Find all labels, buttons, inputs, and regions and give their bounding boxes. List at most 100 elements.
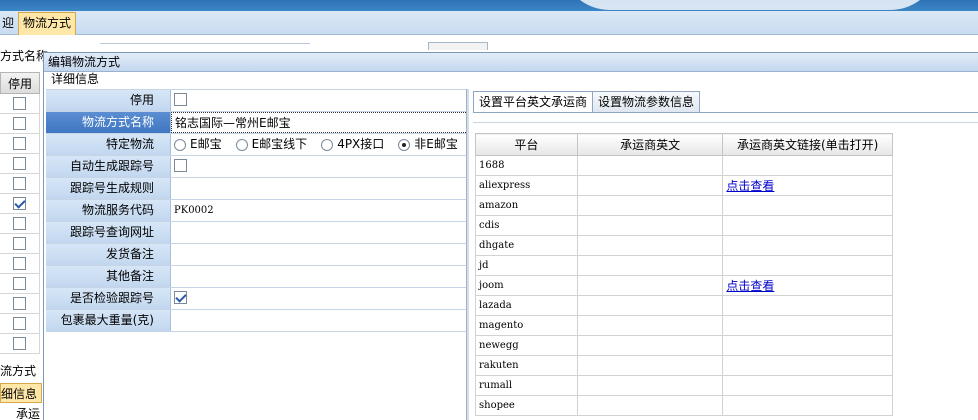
bg-table-row[interactable] <box>0 114 40 134</box>
radio-button[interactable] <box>321 138 334 151</box>
label-tracking-rule: 跟踪号生成规则 <box>46 178 171 199</box>
bg-row-checkbox[interactable] <box>13 237 26 250</box>
tab-logistics-method[interactable]: 物流方式 <box>18 12 77 35</box>
tracking-url-input[interactable] <box>171 222 468 243</box>
tab-welcome[interactable]: 迎 <box>0 13 16 34</box>
cell-carrier-en[interactable] <box>576 395 724 416</box>
cell-carrier-link[interactable] <box>722 215 893 236</box>
bg-table-row[interactable] <box>0 274 40 294</box>
panel-splitter[interactable] <box>466 89 469 420</box>
special-option[interactable]: E邮宝线下 <box>235 134 307 155</box>
bg-table-row[interactable] <box>0 214 40 234</box>
cell-carrier-en[interactable] <box>576 355 724 376</box>
cell-carrier-en[interactable] <box>576 375 724 396</box>
bg-table-row[interactable] <box>0 94 40 114</box>
cell-carrier-link[interactable]: 点击查看 <box>722 175 893 196</box>
table-row[interactable]: rakuten <box>475 355 893 376</box>
cell-carrier-en[interactable] <box>576 215 724 236</box>
table-row[interactable]: lazada <box>475 295 893 316</box>
cell-carrier-en[interactable] <box>576 175 724 196</box>
cell-carrier-en[interactable] <box>576 315 724 336</box>
cell-carrier-en[interactable] <box>576 275 724 296</box>
table-row[interactable]: jd <box>475 255 893 276</box>
bg-row-checkbox[interactable] <box>13 97 26 110</box>
verify-tracking-checkbox[interactable] <box>174 291 187 304</box>
bg-row-checkbox[interactable] <box>13 197 26 210</box>
bg-row-checkbox[interactable] <box>13 217 26 230</box>
table-row[interactable]: joom 点击查看 <box>475 275 893 296</box>
table-row[interactable]: aliexpress 点击查看 <box>475 175 893 196</box>
bg-row-checkbox[interactable] <box>13 137 26 150</box>
col-carrier-link[interactable]: 承运商英文链接(单击打开) <box>722 133 893 156</box>
bg-column-header-disabled[interactable]: 停用 <box>0 72 40 94</box>
bg-row-checkbox[interactable] <box>13 117 26 130</box>
cell-carrier-en[interactable] <box>576 295 724 316</box>
bg-filter-input[interactable] <box>100 43 310 49</box>
cell-carrier-link[interactable] <box>722 235 893 256</box>
other-note-input[interactable] <box>171 266 468 287</box>
bg-table-row[interactable] <box>0 154 40 174</box>
radio-button[interactable] <box>398 138 411 151</box>
tab-logistics-params[interactable]: 设置物流参数信息 <box>592 91 701 112</box>
cell-carrier-link[interactable] <box>722 355 893 376</box>
bg-table-row[interactable] <box>0 174 40 194</box>
bg-table-row[interactable] <box>0 134 40 154</box>
max-weight-input[interactable] <box>171 310 468 331</box>
radio-button[interactable] <box>235 138 248 151</box>
special-option[interactable]: 4PX接口 <box>321 134 384 155</box>
cell-carrier-en[interactable] <box>576 255 724 276</box>
cell-carrier-link[interactable] <box>722 335 893 356</box>
carrier-grid: 平台 承运商英文 承运商英文链接(单击打开) 1688 aliexpress 点击查… <box>475 133 893 416</box>
cell-carrier-en[interactable] <box>576 335 724 356</box>
tab-platform-carrier[interactable]: 设置平台英文承运商 <box>473 91 594 113</box>
service-code-input[interactable]: PK0002 <box>171 200 468 221</box>
cell-carrier-en[interactable] <box>576 235 724 256</box>
auto-tracking-checkbox[interactable] <box>174 159 187 172</box>
bg-table-row[interactable] <box>0 254 40 274</box>
bg-row-checkbox[interactable] <box>13 257 26 270</box>
radio-button[interactable] <box>174 138 186 151</box>
bg-row-checkbox[interactable] <box>13 317 26 330</box>
bg-row-checkbox[interactable] <box>13 177 26 190</box>
special-option[interactable]: 非E邮宝 <box>398 134 458 155</box>
bg-lower-tab[interactable]: 细信息 <box>0 383 43 403</box>
bg-filter-button[interactable] <box>428 42 488 50</box>
table-row[interactable]: rumall <box>475 375 893 396</box>
cell-carrier-en[interactable] <box>576 195 724 216</box>
cell-carrier-en[interactable] <box>576 155 724 176</box>
bg-table-row[interactable] <box>0 314 40 334</box>
bg-table-row[interactable] <box>0 234 40 254</box>
table-row[interactable]: cdis <box>475 215 893 236</box>
table-row[interactable]: amazon <box>475 195 893 216</box>
table-row[interactable]: dhgate <box>475 235 893 256</box>
bg-table-row[interactable] <box>0 294 40 314</box>
cell-carrier-link[interactable]: 点击查看 <box>722 275 893 296</box>
label-verify-tracking: 是否检验跟踪号 <box>46 288 171 309</box>
table-row[interactable]: magento <box>475 315 893 336</box>
bg-row-checkbox[interactable] <box>13 277 26 290</box>
bg-row-checkbox[interactable] <box>13 337 26 350</box>
cell-carrier-link[interactable] <box>722 315 893 336</box>
bg-row-checkbox[interactable] <box>13 297 26 310</box>
col-platform[interactable]: 平台 <box>475 133 578 156</box>
special-option[interactable]: E邮宝 <box>174 134 222 155</box>
bg-table-row[interactable] <box>0 334 40 354</box>
bg-row-checkbox[interactable] <box>13 157 26 170</box>
table-row[interactable]: shopee <box>475 395 893 416</box>
ship-note-input[interactable] <box>171 244 468 265</box>
bg-table-row[interactable] <box>0 194 40 214</box>
bg-lower-label: 流方式 <box>0 364 37 378</box>
col-carrier-en[interactable]: 承运商英文 <box>576 133 724 156</box>
cell-carrier-link[interactable] <box>722 395 893 416</box>
table-row[interactable]: 1688 <box>475 155 893 176</box>
cell-carrier-link[interactable] <box>722 295 893 316</box>
cell-carrier-link[interactable] <box>722 375 893 396</box>
table-row[interactable]: newegg <box>475 335 893 356</box>
name-input[interactable]: 铭志国际—常州E邮宝 <box>171 112 468 133</box>
cell-carrier-link[interactable] <box>722 255 893 276</box>
disabled-checkbox[interactable] <box>174 93 187 106</box>
cell-carrier-link[interactable] <box>722 155 893 176</box>
cell-carrier-link[interactable] <box>722 195 893 216</box>
dialog-title[interactable]: 编辑物流方式 <box>44 53 978 72</box>
tracking-rule-input[interactable] <box>171 178 468 199</box>
